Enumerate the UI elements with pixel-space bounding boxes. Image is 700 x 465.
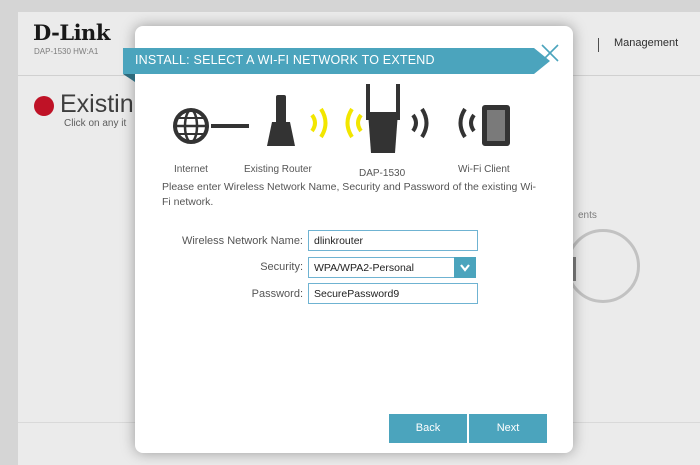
instructions-text: Please enter Wireless Network Name, Secu… [162,181,537,208]
router-label: Existing Router [244,164,312,175]
ssid-input[interactable] [308,230,478,251]
extender-label: DAP-1530 [359,168,406,179]
close-button[interactable] [539,42,561,64]
router-icon [267,95,295,146]
wifi-waves-yellow-icon [310,107,363,139]
password-label: Password: [251,288,303,300]
wizard-modal: INSTALL: SELECT A WI-FI NETWORK TO EXTEN… [123,26,573,453]
client-label: Wi-Fi Client [458,164,510,175]
modal-title-bar: INSTALL: SELECT A WI-FI NETWORK TO EXTEN… [123,48,550,74]
ssid-label: Wireless Network Name: [181,235,303,247]
title-ribbon-notch [123,74,135,82]
security-label: Security: [260,261,303,273]
modal-title: INSTALL: SELECT A WI-FI NETWORK TO EXTEN… [135,53,435,67]
extender-icon [366,84,400,153]
connection-diagram: Internet Existing Router DAP-1530 Wi-Fi … [155,82,555,179]
chevron-down-icon [460,264,470,272]
security-dropdown-button[interactable] [454,257,476,278]
globe-icon [173,108,209,144]
password-input[interactable] [308,283,478,304]
close-icon [541,44,559,62]
wifi-client-icon [482,105,510,146]
wifi-waves-icon [411,107,476,139]
security-select[interactable]: WPA/WPA2-Personal [308,257,476,278]
next-button[interactable]: Next [469,414,547,443]
internet-label: Internet [174,164,208,175]
back-button[interactable]: Back [389,414,467,443]
security-value: WPA/WPA2-Personal [314,262,414,274]
